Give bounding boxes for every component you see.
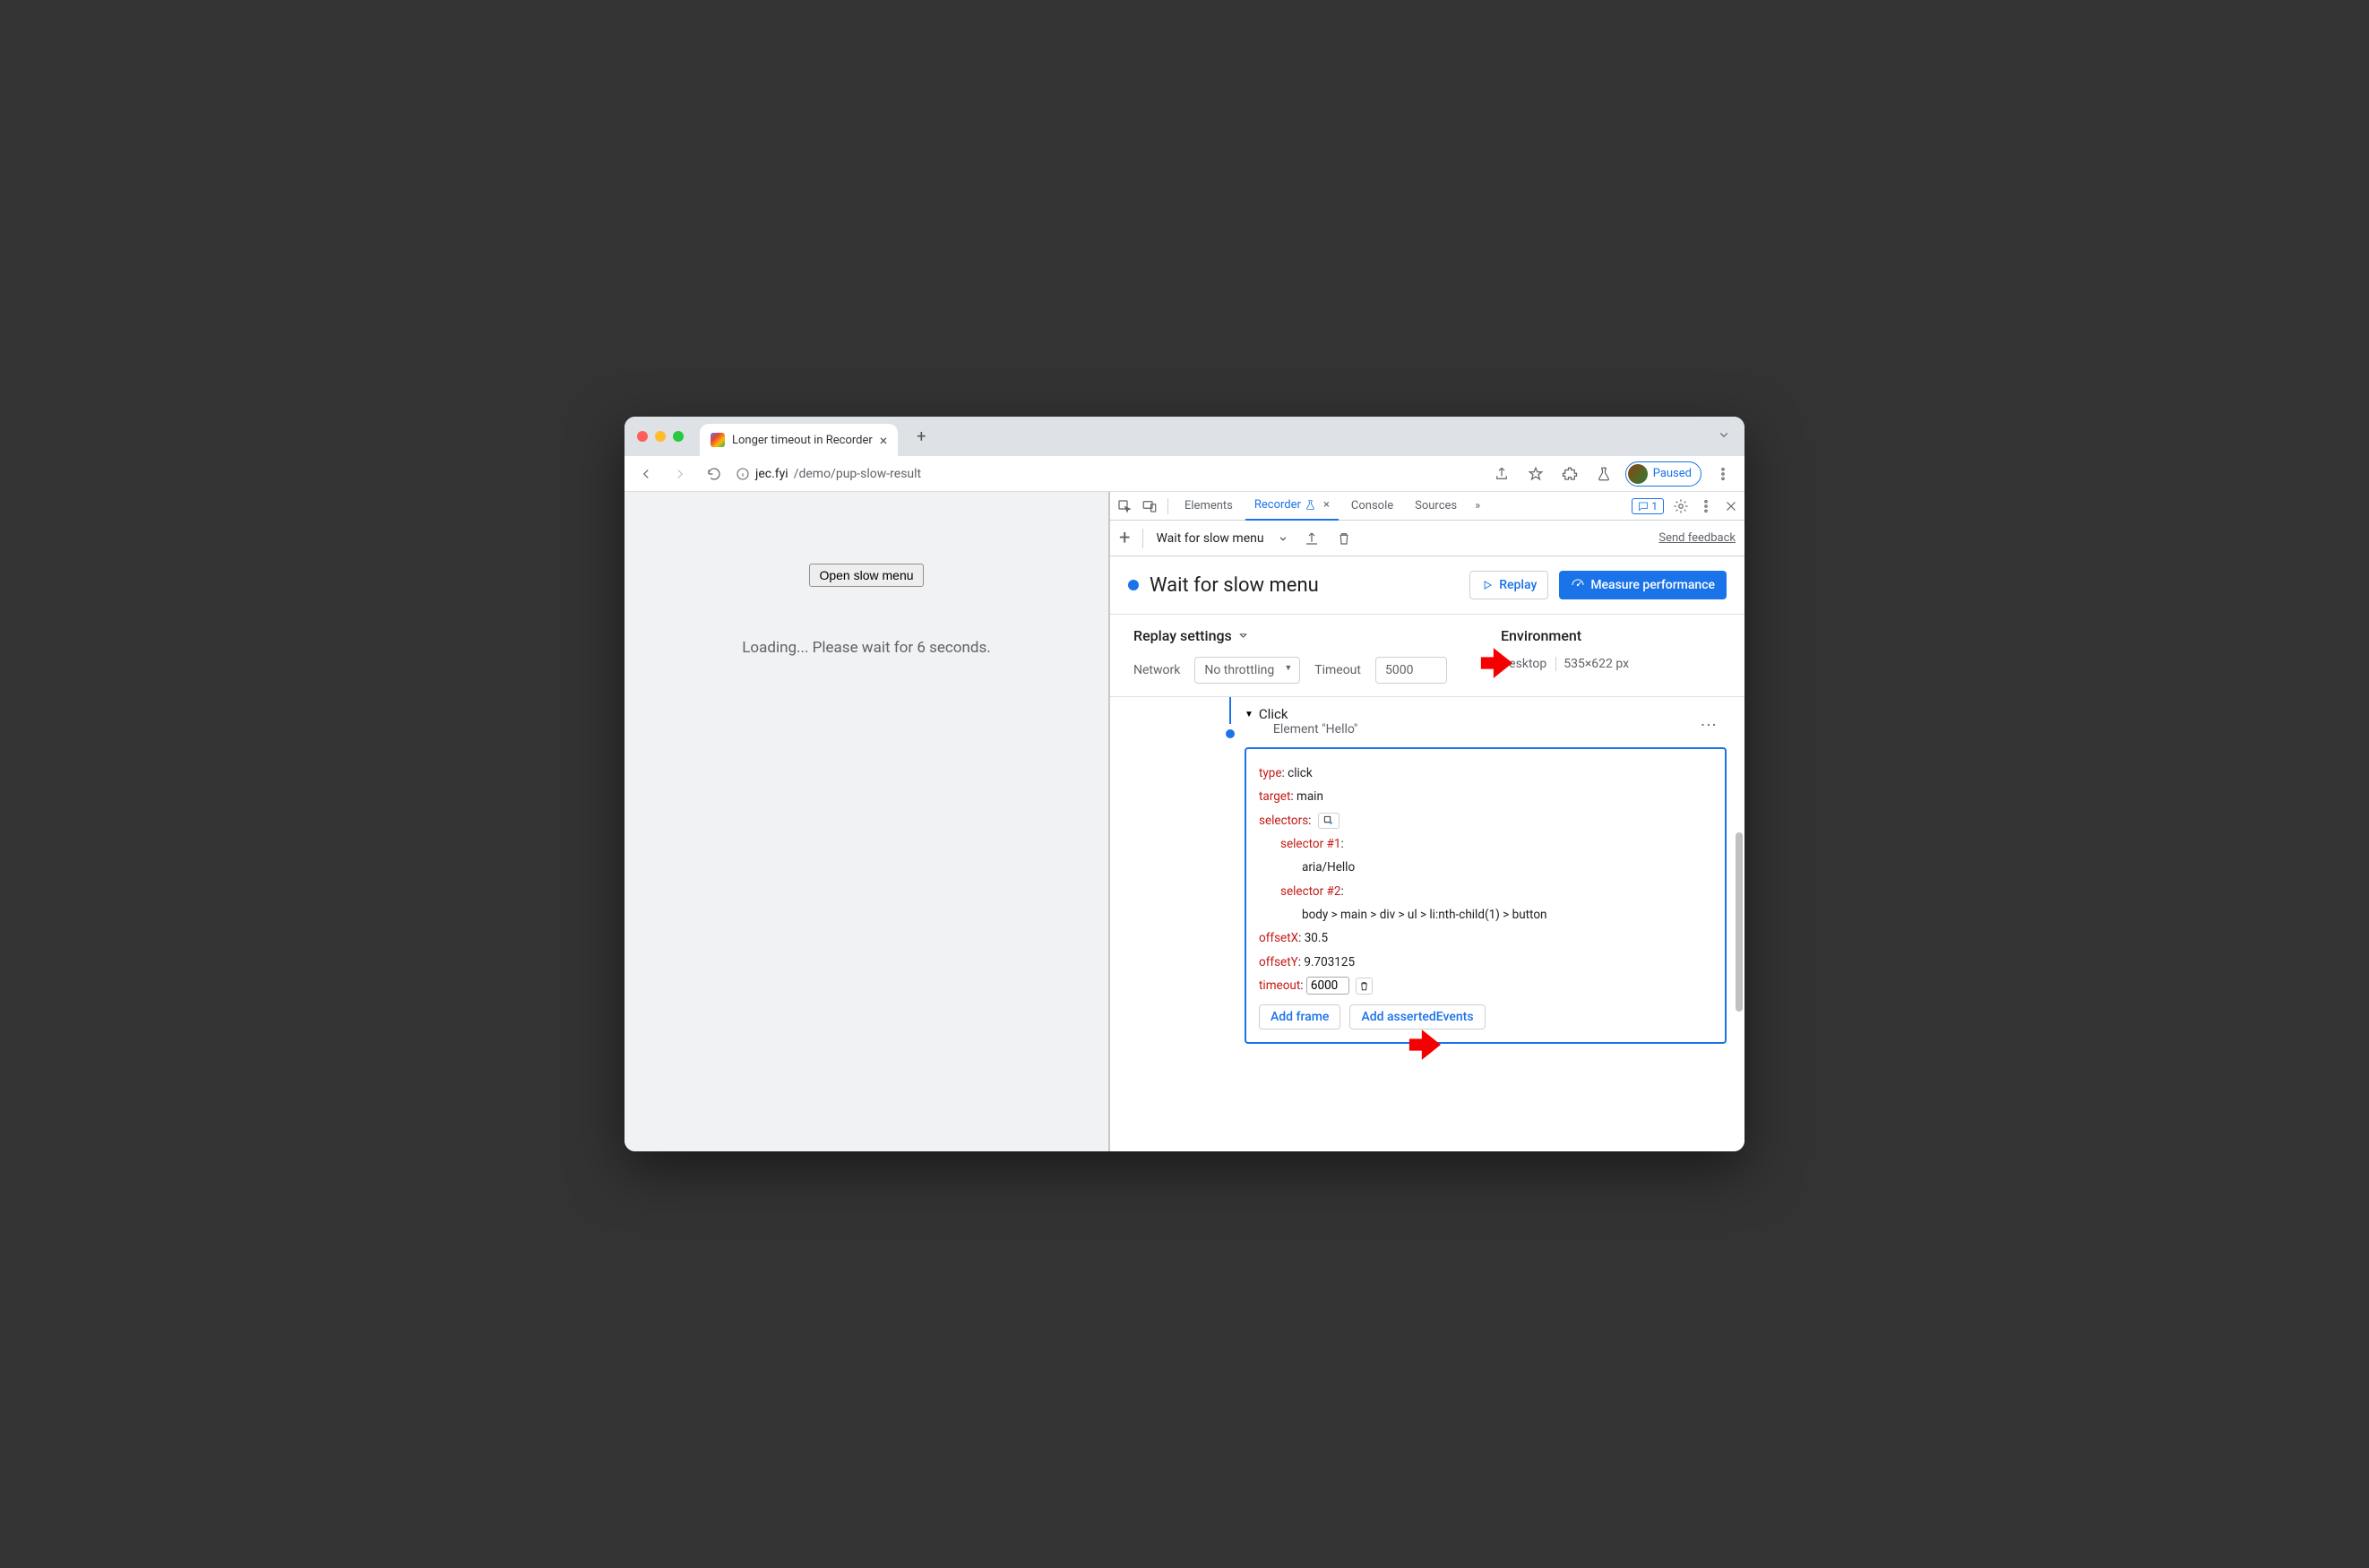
- back-button[interactable]: [633, 461, 659, 487]
- more-tabs-icon[interactable]: »: [1469, 499, 1486, 513]
- forward-button[interactable]: [668, 461, 693, 487]
- maximize-window[interactable]: [673, 431, 684, 442]
- network-throttle-select[interactable]: No throttling: [1194, 657, 1300, 684]
- extensions-icon[interactable]: [1557, 461, 1582, 487]
- flask-icon[interactable]: [1591, 461, 1616, 487]
- browser-tab[interactable]: Longer timeout in Recorder ×: [700, 424, 898, 456]
- bookmark-icon[interactable]: [1523, 461, 1548, 487]
- delete-icon[interactable]: [1334, 526, 1354, 551]
- close-window[interactable]: [637, 431, 648, 442]
- profile-chip[interactable]: Paused: [1625, 461, 1701, 487]
- annotation-arrow-icon: [1477, 644, 1515, 691]
- replay-settings-toggle[interactable]: Replay settings: [1133, 627, 1447, 644]
- tab-elements[interactable]: Elements: [1176, 492, 1242, 521]
- tab-console[interactable]: Console: [1342, 492, 1402, 521]
- url-path: /demo/pup-slow-result: [794, 467, 921, 481]
- open-slow-menu-button[interactable]: Open slow menu: [809, 564, 923, 587]
- timeout-label: Timeout: [1314, 663, 1361, 677]
- selector-2-value[interactable]: body > main > div > ul > li:nth-child(1)…: [1302, 908, 1547, 922]
- delete-timeout-icon[interactable]: [1356, 978, 1373, 995]
- devtools-panel: Elements Recorder × Console Sources » 1: [1108, 492, 1744, 1151]
- devtools-tabstrip: Elements Recorder × Console Sources » 1: [1110, 492, 1744, 521]
- selector-1-value[interactable]: aria/Hello: [1302, 860, 1355, 874]
- info-icon: [736, 467, 750, 481]
- inspect-icon[interactable]: [1114, 494, 1135, 519]
- minimize-window[interactable]: [655, 431, 666, 442]
- content-split: Open slow menu Loading... Please wait fo…: [625, 492, 1744, 1151]
- traffic-lights: [637, 431, 684, 442]
- step-more-icon[interactable]: ⋮: [1699, 717, 1718, 731]
- timeline-line: [1229, 697, 1231, 724]
- address-bar-row: jec.fyi/demo/pup-slow-result Paused: [625, 456, 1744, 492]
- url-domain: jec.fyi: [755, 467, 788, 481]
- timeline-dot: [1226, 729, 1235, 738]
- selector-picker-icon[interactable]: [1318, 813, 1340, 829]
- reload-button[interactable]: [702, 461, 727, 487]
- favicon-icon: [711, 433, 725, 447]
- scrollbar[interactable]: [1736, 832, 1743, 1012]
- device-toggle-icon[interactable]: [1139, 494, 1160, 519]
- browser-window: Longer timeout in Recorder × + jec.fyi/d…: [625, 417, 1744, 1151]
- chevron-down-icon[interactable]: [1716, 426, 1732, 446]
- measure-performance-button[interactable]: Measure performance: [1559, 571, 1727, 599]
- titlebar: Longer timeout in Recorder × +: [625, 417, 1744, 456]
- loading-text: Loading... Please wait for 6 seconds.: [742, 639, 990, 657]
- kebab-icon[interactable]: [1698, 494, 1714, 519]
- close-tab-icon[interactable]: ×: [1323, 498, 1330, 512]
- step-timeout-input[interactable]: [1306, 977, 1349, 995]
- add-step-icon[interactable]: +: [1119, 527, 1130, 549]
- step-title: Click: [1259, 706, 1358, 722]
- env-size: 535×622 px: [1564, 657, 1629, 671]
- caret-down-icon: ▼: [1245, 710, 1253, 719]
- close-tab-icon[interactable]: ×: [880, 432, 888, 449]
- recording-title: Wait for slow menu: [1150, 574, 1319, 597]
- caret-down-icon: [1237, 630, 1249, 642]
- flask-icon: [1305, 499, 1316, 511]
- recorder-header: Wait for slow menu Replay Measure perfor…: [1110, 556, 1744, 615]
- step-click: ▼ Click Element "Hello" type: click targ…: [1245, 706, 1727, 1044]
- recorder-toolbar: + Wait for slow menu Send feedback: [1110, 521, 1744, 556]
- gear-icon[interactable]: [1671, 494, 1691, 519]
- address-bar[interactable]: jec.fyi/demo/pup-slow-result: [736, 467, 1480, 481]
- environment-title: Environment: [1501, 627, 1629, 644]
- issues-badge[interactable]: 1: [1632, 498, 1664, 514]
- export-icon[interactable]: [1302, 526, 1322, 551]
- close-devtools-icon[interactable]: [1721, 494, 1741, 519]
- profile-status: Paused: [1653, 467, 1692, 480]
- share-icon[interactable]: [1489, 461, 1514, 487]
- new-tab-button[interactable]: +: [909, 424, 934, 449]
- menu-icon[interactable]: [1710, 461, 1736, 487]
- step-header[interactable]: ▼ Click Element "Hello": [1245, 706, 1727, 737]
- flow-selector[interactable]: Wait for slow menu: [1156, 531, 1288, 546]
- tab-sources[interactable]: Sources: [1406, 492, 1466, 521]
- chevron-down-icon: [1277, 532, 1289, 545]
- annotation-arrow-icon: [1406, 1026, 1443, 1073]
- send-feedback-link[interactable]: Send feedback: [1658, 531, 1736, 545]
- page-viewport: Open slow menu Loading... Please wait fo…: [625, 492, 1108, 1151]
- network-label: Network: [1133, 663, 1180, 677]
- replay-settings-row: Replay settings Network No throttling Ti…: [1110, 615, 1744, 697]
- step-subtitle: Element "Hello": [1273, 722, 1358, 737]
- tab-title: Longer timeout in Recorder: [732, 434, 873, 447]
- tab-recorder[interactable]: Recorder ×: [1245, 492, 1339, 521]
- step-editor: type: click target: main selectors: sele…: [1245, 747, 1727, 1044]
- replay-button[interactable]: Replay: [1469, 571, 1548, 599]
- avatar: [1628, 464, 1648, 484]
- steps-panel: ⋮ ▼ Click Element "Hello" type: click ta…: [1110, 697, 1744, 1151]
- timeout-input[interactable]: 5000: [1375, 657, 1447, 684]
- add-frame-button[interactable]: Add frame: [1259, 1004, 1340, 1030]
- recording-dot-icon: [1128, 580, 1139, 590]
